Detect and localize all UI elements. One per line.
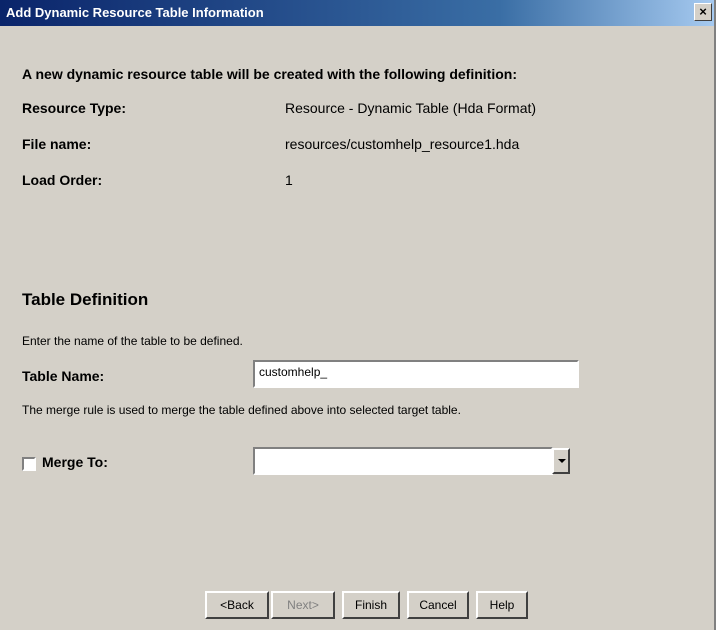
dialog-window: Add Dynamic Resource Table Information ×… [0,0,716,630]
close-button[interactable]: × [694,3,712,21]
load-order-value: 1 [285,172,293,188]
table-name-input[interactable]: customhelp_ [253,360,579,388]
file-name-label: File name: [22,136,92,152]
merge-instruction: The merge rule is used to merge the tabl… [22,403,461,417]
load-order-label: Load Order: [22,172,103,188]
table-instruction: Enter the name of the table to be define… [22,334,243,348]
merge-to-select[interactable] [253,447,553,475]
next-button: Next> [271,591,335,619]
help-button[interactable]: Help [476,591,528,619]
summary-intro: A new dynamic resource table will be cre… [22,66,517,82]
title-bar[interactable]: Add Dynamic Resource Table Information × [0,0,714,26]
cancel-button[interactable]: Cancel [407,591,469,619]
window-title: Add Dynamic Resource Table Information [6,5,264,20]
file-name-value: resources/customhelp_resource1.hda [285,136,520,152]
back-button[interactable]: <Back [205,591,269,619]
finish-button[interactable]: Finish [342,591,400,619]
table-name-label: Table Name: [22,368,105,384]
section-heading: Table Definition [22,290,149,309]
merge-to-checkbox[interactable] [22,457,36,471]
merge-to-label: Merge To: [42,454,108,470]
resource-type-value: Resource - Dynamic Table (Hda Format) [285,100,537,116]
chevron-down-icon[interactable] [552,448,570,474]
resource-type-label: Resource Type: [22,100,126,116]
